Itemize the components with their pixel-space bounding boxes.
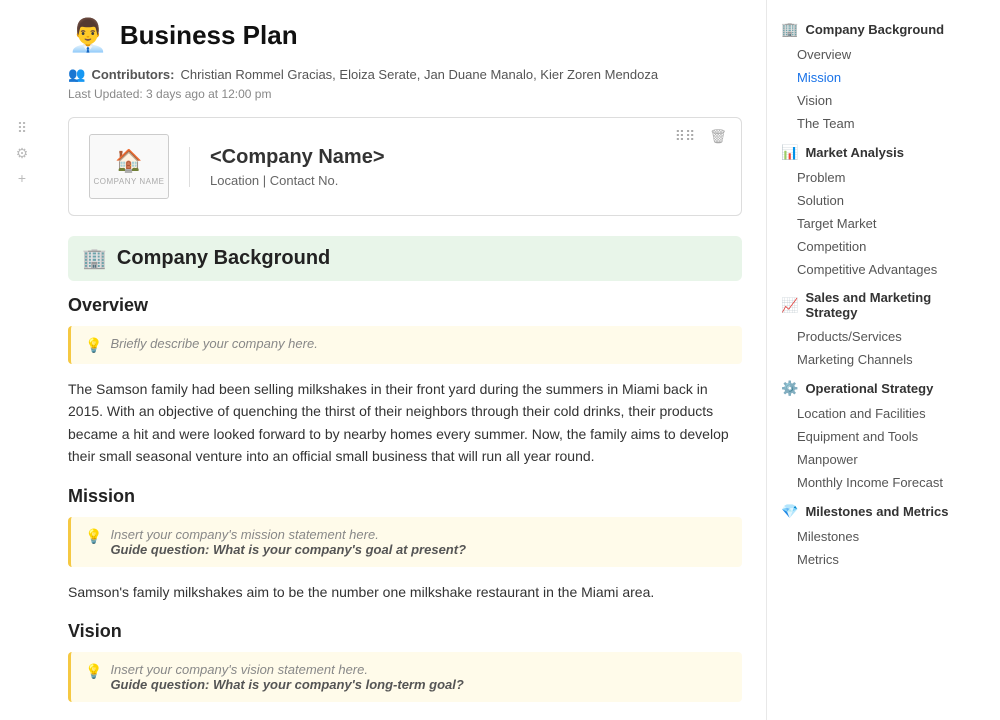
contributors-label: Contributors:	[91, 67, 174, 82]
vision-hint-box: 💡 Insert your company's vision statement…	[68, 652, 742, 702]
overview-hint-text[interactable]: Briefly describe your company here.	[110, 336, 317, 351]
page-header: 👨‍💼 Business Plan	[68, 16, 742, 54]
hint-bulb-icon: 💡	[85, 337, 102, 354]
sidebar-section-header-sales-marketing[interactable]: 📈 Sales and Marketing Strategy	[767, 285, 976, 325]
sidebar-item-target-market[interactable]: Target Market	[767, 212, 976, 235]
vision-heading: Vision	[68, 621, 742, 642]
vision-section: Vision 💡 Insert your company's vision st…	[68, 621, 742, 720]
sidebar-item-the-team[interactable]: The Team	[767, 112, 976, 135]
sidebar-sales-marketing-icon: 📈	[781, 297, 798, 314]
sidebar-market-analysis-label: Market Analysis	[805, 145, 904, 160]
mission-body: Samson's family milkshakes aim to be the…	[68, 581, 742, 603]
sidebar-item-mission[interactable]: Mission	[767, 66, 976, 89]
mission-hint-bold: Guide question: What is your company's g…	[110, 542, 466, 557]
company-background-heading: Company Background	[117, 247, 330, 270]
mission-heading: Mission	[68, 486, 742, 507]
card-delete-btn[interactable]: 🗑	[705, 126, 731, 147]
card-actions: ⠿⠿ 🗑	[671, 126, 731, 147]
company-info: <Company Name> Location | Contact No.	[210, 146, 385, 188]
company-divider	[189, 147, 190, 187]
vision-hint-bold: Guide question: What is your company's l…	[110, 677, 463, 692]
company-name[interactable]: <Company Name>	[210, 146, 385, 169]
overview-heading: Overview	[68, 295, 742, 316]
company-background-heading-block: 🏢 Company Background	[68, 236, 742, 281]
company-card: ⠿⠿ 🗑 🏠 COMPANY NAME <Company Name> Locat…	[68, 117, 742, 216]
contributors-list: Christian Rommel Gracias, Eloiza Serate,…	[180, 67, 658, 82]
drag-handle-icon[interactable]: ⠿	[17, 120, 27, 137]
mission-hint-content: Insert your company's mission statement …	[110, 527, 466, 557]
sidebar-operational-strategy-label: Operational Strategy	[805, 381, 933, 396]
sidebar-sales-marketing-label: Sales and Marketing Strategy	[805, 290, 962, 320]
mission-hint-line2: Guide question: What is your company's g…	[110, 542, 466, 557]
contributors-row: 👥 Contributors: Christian Rommel Gracias…	[68, 66, 742, 83]
vision-body: After 3 years, Samson's family milkshake…	[68, 716, 742, 720]
settings-icon[interactable]: ⚙	[16, 145, 29, 162]
mission-hint-line1[interactable]: Insert your company's mission statement …	[110, 527, 466, 542]
sidebar-item-metrics[interactable]: Metrics	[767, 548, 976, 571]
sidebar-section-milestones-metrics: 💎 Milestones and Metrics MilestonesMetrics	[767, 498, 976, 571]
sidebar-item-solution[interactable]: Solution	[767, 189, 976, 212]
right-sidebar: 🏢 Company Background OverviewMissionVision…	[766, 0, 976, 720]
company-logo: 🏠 COMPANY NAME	[89, 134, 169, 199]
vision-hint-content: Insert your company's vision statement h…	[110, 662, 463, 692]
page-emoji: 👨‍💼	[68, 16, 108, 54]
add-block-icon[interactable]: +	[18, 170, 26, 186]
sidebar-section-header-market-analysis[interactable]: 📊 Market Analysis	[767, 139, 976, 166]
vision-hint-line2: Guide question: What is your company's l…	[110, 677, 463, 692]
company-background-icon: 🏢	[82, 246, 107, 271]
sidebar-section-company-background: 🏢 Company Background OverviewMissionVision…	[767, 16, 976, 135]
logo-text: COMPANY NAME	[93, 177, 164, 186]
sidebar-item-competition[interactable]: Competition	[767, 235, 976, 258]
sidebar-item-equipment-tools[interactable]: Equipment and Tools	[767, 425, 976, 448]
sidebar-item-manpower[interactable]: Manpower	[767, 448, 976, 471]
sidebar-item-overview[interactable]: Overview	[767, 43, 976, 66]
card-drag-btn[interactable]: ⠿⠿	[671, 126, 700, 147]
last-updated: Last Updated: 3 days ago at 12:00 pm	[68, 87, 742, 101]
contributors-icon: 👥	[68, 66, 85, 83]
sidebar-section-header-operational-strategy[interactable]: ⚙️ Operational Strategy	[767, 375, 976, 402]
vision-hint-line1[interactable]: Insert your company's vision statement h…	[110, 662, 463, 677]
mission-hint-box: 💡 Insert your company's mission statemen…	[68, 517, 742, 567]
overview-body: The Samson family had been selling milks…	[68, 378, 742, 468]
overview-hint-box: 💡 Briefly describe your company here.	[68, 326, 742, 364]
sidebar-item-marketing-channels[interactable]: Marketing Channels	[767, 348, 976, 371]
logo-icon: 🏠	[115, 148, 142, 174]
vision-hint-icon: 💡	[85, 663, 102, 680]
company-contact[interactable]: Location | Contact No.	[210, 173, 385, 188]
sidebar-company-background-icon: 🏢	[781, 21, 798, 38]
sidebar-section-operational-strategy: ⚙️ Operational Strategy Location and Facil…	[767, 375, 976, 494]
sidebar-item-milestones[interactable]: Milestones	[767, 525, 976, 548]
sidebar-milestones-metrics-icon: 💎	[781, 503, 798, 520]
sidebar-operational-strategy-icon: ⚙️	[781, 380, 798, 397]
sidebar-section-sales-marketing: 📈 Sales and Marketing Strategy Products/Se…	[767, 285, 976, 371]
sidebar-nav: 🏢 Company Background OverviewMissionVision…	[767, 16, 976, 571]
sidebar-item-products-services[interactable]: Products/Services	[767, 325, 976, 348]
mission-section: Mission 💡 Insert your company's mission …	[68, 486, 742, 603]
sidebar-section-header-company-background[interactable]: 🏢 Company Background	[767, 16, 976, 43]
overview-section: Overview 💡 Briefly describe your company…	[68, 295, 742, 468]
sidebar-item-competitive-advantages[interactable]: Competitive Advantages	[767, 258, 976, 281]
mission-hint-icon: 💡	[85, 528, 102, 545]
sidebar-section-market-analysis: 📊 Market Analysis ProblemSolutionTarget Ma…	[767, 139, 976, 281]
page-title: Business Plan	[120, 20, 298, 51]
sidebar-item-monthly-income[interactable]: Monthly Income Forecast	[767, 471, 976, 494]
sidebar-item-vision[interactable]: Vision	[767, 89, 976, 112]
sidebar-milestones-metrics-label: Milestones and Metrics	[805, 504, 948, 519]
sidebar-item-location-facilities[interactable]: Location and Facilities	[767, 402, 976, 425]
left-toolbar: ⠿ ⚙ +	[0, 0, 36, 720]
sidebar-section-header-milestones-metrics[interactable]: 💎 Milestones and Metrics	[767, 498, 976, 525]
main-content: 👨‍💼 Business Plan 👥 Contributors: Christ…	[36, 0, 766, 720]
sidebar-company-background-label: Company Background	[805, 22, 944, 37]
sidebar-market-analysis-icon: 📊	[781, 144, 798, 161]
sidebar-item-problem[interactable]: Problem	[767, 166, 976, 189]
